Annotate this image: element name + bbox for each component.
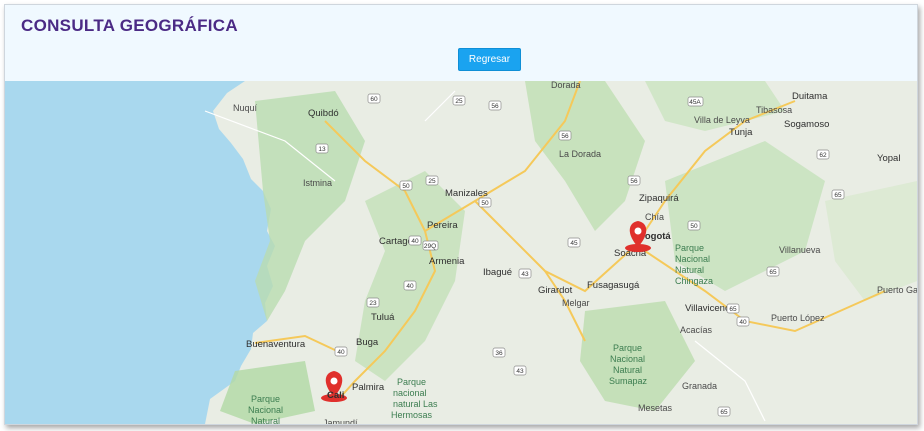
svg-text:Melgar: Melgar <box>562 298 590 308</box>
svg-text:23: 23 <box>369 300 377 307</box>
window-frame: CONSULTA GEOGRÁFICA Regresar Nuquí Quibd… <box>4 4 918 425</box>
svg-text:Pereira: Pereira <box>427 220 458 231</box>
svg-text:40: 40 <box>411 238 419 245</box>
svg-text:65: 65 <box>729 306 737 313</box>
svg-text:Fusagasugá: Fusagasugá <box>587 280 640 291</box>
svg-text:Puerto López: Puerto López <box>771 313 825 323</box>
svg-text:Villa de Leyva: Villa de Leyva <box>694 115 750 125</box>
svg-text:13: 13 <box>318 146 326 153</box>
svg-text:Natural: Natural <box>613 365 642 375</box>
svg-text:50: 50 <box>402 183 410 190</box>
svg-text:56: 56 <box>561 133 569 140</box>
svg-text:Parque: Parque <box>675 243 704 253</box>
svg-text:Tibasosa: Tibasosa <box>756 105 792 115</box>
svg-text:Quibdó: Quibdó <box>308 108 339 119</box>
svg-text:Dorada: Dorada <box>551 81 581 90</box>
svg-text:Yopal: Yopal <box>877 153 900 164</box>
svg-text:Duitama: Duitama <box>792 91 828 102</box>
svg-text:Hermosas: Hermosas <box>391 410 433 420</box>
svg-text:25: 25 <box>428 178 436 185</box>
map-view[interactable]: Nuquí Quibdó Istmina Manizales Pereira C… <box>5 81 917 424</box>
svg-text:Nacional: Nacional <box>610 354 645 364</box>
svg-text:Sogamoso: Sogamoso <box>784 119 829 130</box>
svg-text:Jamundí: Jamundí <box>323 418 358 424</box>
svg-text:Parque: Parque <box>613 343 642 353</box>
svg-text:Tuluá: Tuluá <box>371 312 395 323</box>
svg-text:62: 62 <box>819 152 827 159</box>
svg-text:Natural: Natural <box>251 416 280 424</box>
svg-text:Manizales: Manizales <box>445 188 488 199</box>
svg-text:40: 40 <box>739 319 747 326</box>
svg-text:Cali: Cali <box>327 390 344 401</box>
svg-text:25: 25 <box>455 98 463 105</box>
svg-text:56: 56 <box>630 178 638 185</box>
svg-text:60: 60 <box>370 96 378 103</box>
svg-text:Buga: Buga <box>356 337 379 348</box>
svg-text:56: 56 <box>491 103 499 110</box>
svg-text:50: 50 <box>690 223 698 230</box>
svg-text:Chía: Chía <box>645 212 664 222</box>
svg-text:Parque: Parque <box>251 394 280 404</box>
svg-text:65: 65 <box>769 269 777 276</box>
svg-text:Granada: Granada <box>682 381 717 391</box>
svg-text:Armenia: Armenia <box>429 256 465 267</box>
svg-text:Ibagué: Ibagué <box>483 267 512 278</box>
svg-text:Zipaquirá: Zipaquirá <box>639 193 679 204</box>
svg-text:45A: 45A <box>689 99 701 106</box>
svg-text:45: 45 <box>570 240 578 247</box>
svg-text:43: 43 <box>521 271 529 278</box>
svg-text:Chingaza: Chingaza <box>675 276 713 286</box>
svg-text:Acacías: Acacías <box>680 325 713 335</box>
svg-text:50: 50 <box>481 200 489 207</box>
page-title: CONSULTA GEOGRÁFICA <box>21 16 238 35</box>
svg-text:natural Las: natural Las <box>393 399 438 409</box>
svg-text:Palmira: Palmira <box>352 382 385 393</box>
svg-text:Puerto Gaitán: Puerto Gaitán <box>877 285 917 295</box>
svg-text:Mesetas: Mesetas <box>638 403 673 413</box>
svg-text:36: 36 <box>495 350 503 357</box>
svg-text:Villanueva: Villanueva <box>779 245 820 255</box>
svg-text:Tunja: Tunja <box>729 127 753 138</box>
map-canvas[interactable]: Nuquí Quibdó Istmina Manizales Pereira C… <box>5 81 917 424</box>
svg-text:nacional: nacional <box>393 388 427 398</box>
svg-text:Buenaventura: Buenaventura <box>246 339 306 350</box>
svg-text:Cartago: Cartago <box>379 236 413 247</box>
svg-text:65: 65 <box>720 409 728 416</box>
svg-text:Nacional: Nacional <box>675 254 710 264</box>
svg-text:Sumapaz: Sumapaz <box>609 376 648 386</box>
svg-text:40: 40 <box>406 283 414 290</box>
svg-text:Natural: Natural <box>675 265 704 275</box>
svg-text:29Q: 29Q <box>424 243 436 250</box>
svg-text:40: 40 <box>337 349 345 356</box>
svg-text:Nuquí: Nuquí <box>233 103 258 113</box>
back-button[interactable]: Regresar <box>458 48 521 71</box>
svg-text:Girardot: Girardot <box>538 285 573 296</box>
page-header: CONSULTA GEOGRÁFICA Regresar <box>5 5 917 81</box>
svg-text:65: 65 <box>834 192 842 199</box>
svg-text:Nacional: Nacional <box>248 405 283 415</box>
svg-text:La Dorada: La Dorada <box>559 149 601 159</box>
svg-text:Parque: Parque <box>397 377 426 387</box>
svg-text:43: 43 <box>516 368 524 375</box>
svg-text:Istmina: Istmina <box>303 178 332 188</box>
